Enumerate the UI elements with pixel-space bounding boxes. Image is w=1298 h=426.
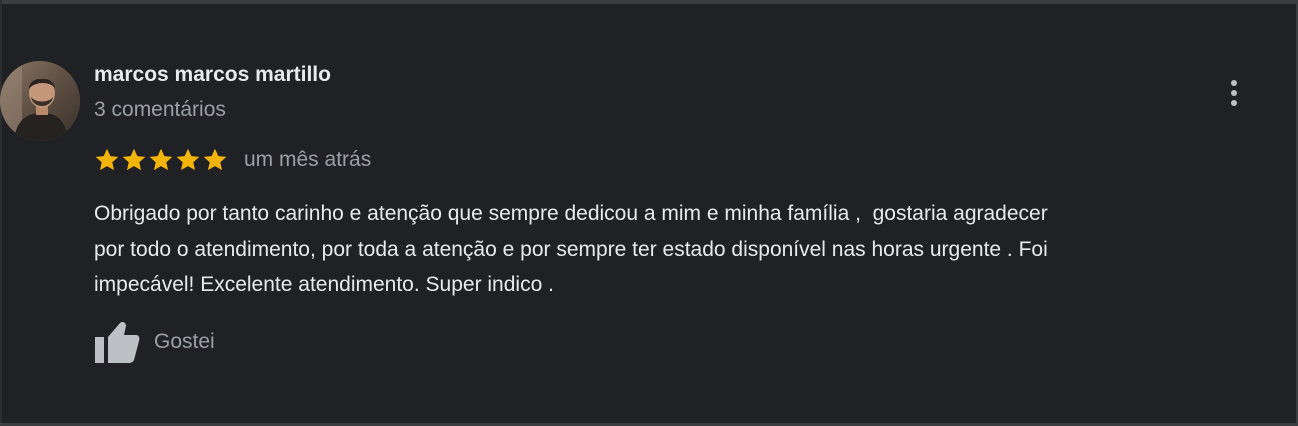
like-button[interactable]: Gostei: [94, 320, 215, 364]
like-label: Gostei: [154, 330, 215, 353]
thumbs-up-icon: [95, 322, 140, 363]
author-name[interactable]: marcos marcos martillo: [94, 63, 331, 87]
review-time: um mês atrás: [244, 148, 372, 171]
star-icon: [149, 148, 173, 171]
more-options-button[interactable]: [1222, 76, 1246, 110]
star-icon: [176, 148, 200, 171]
star-icon: [95, 148, 119, 171]
star-icon: [122, 148, 146, 171]
star-icon: [203, 148, 227, 171]
star-rating: [94, 147, 228, 173]
review-text: Obrigado por tanto carinho e atenção que…: [94, 202, 1048, 296]
review-card: marcos marcos martillo 3 comentários um …: [0, 0, 1298, 426]
rating-row: um mês atrás: [94, 145, 371, 175]
author-review-count: 3 comentários: [94, 98, 226, 121]
more-vert-icon: [1231, 80, 1237, 86]
author-avatar[interactable]: [0, 61, 80, 141]
profile-photo-icon: [0, 61, 80, 141]
